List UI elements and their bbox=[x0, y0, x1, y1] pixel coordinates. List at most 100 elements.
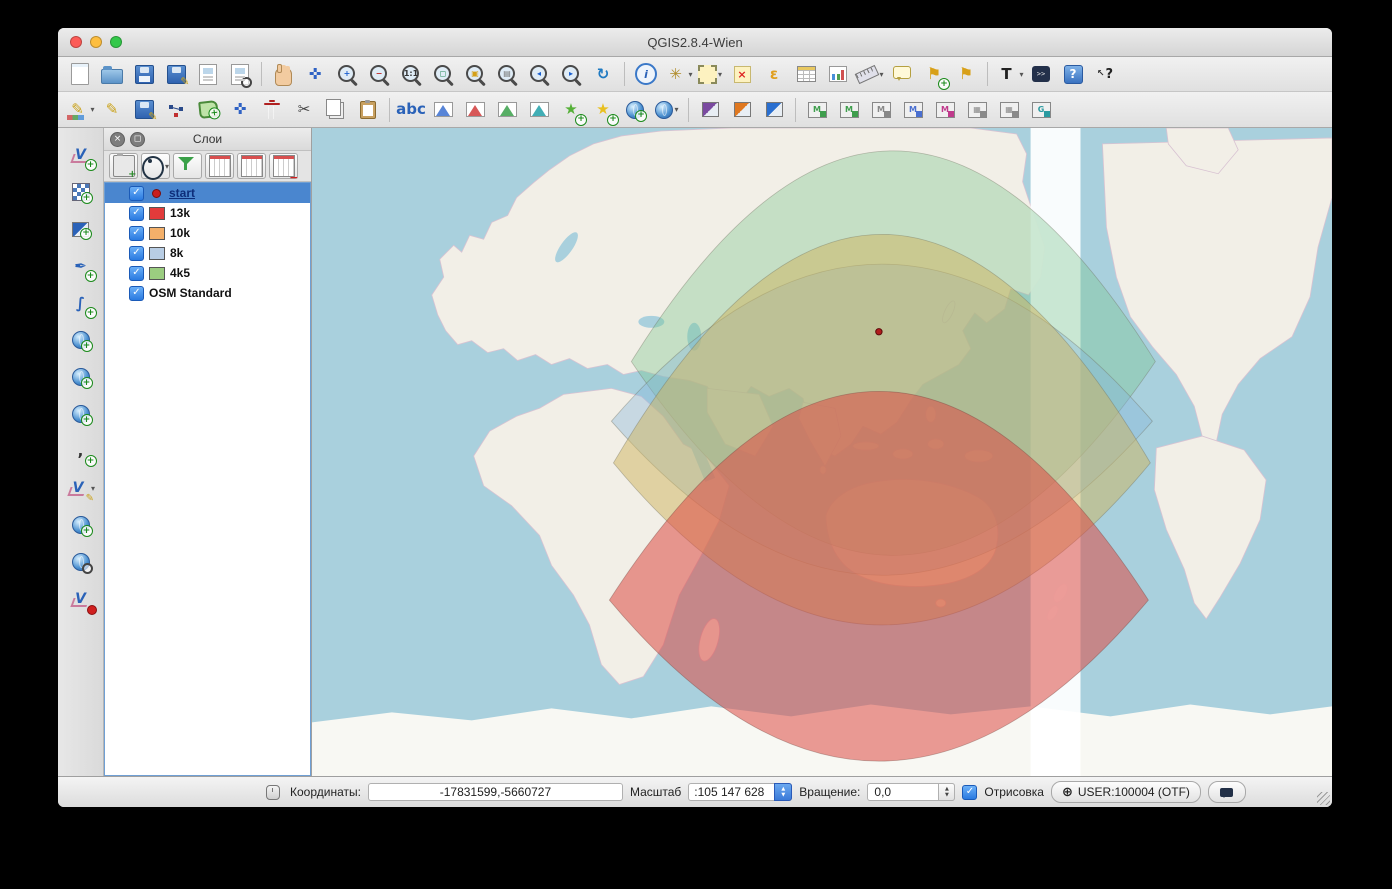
scale-combobox[interactable]: :105 147 628 ▲▼ bbox=[688, 783, 792, 801]
float-panel-button[interactable]: ◻ bbox=[130, 132, 145, 147]
close-window-button[interactable] bbox=[70, 36, 82, 48]
add-spatialite-layer-button[interactable]: ✒+ bbox=[62, 251, 100, 281]
rotation-stepper[interactable]: ▲▼ bbox=[938, 783, 955, 801]
layer-checkbox[interactable] bbox=[129, 186, 144, 201]
plugin-tile-purple-button[interactable] bbox=[695, 95, 725, 125]
dropdown-caret-icon[interactable]: ▾ bbox=[688, 70, 692, 79]
layer-row-8k[interactable]: 8k bbox=[105, 243, 310, 263]
render-checkbox[interactable] bbox=[962, 785, 977, 800]
current-edits-button[interactable]: ✎▾ bbox=[65, 95, 95, 125]
add-mssql-layer-button[interactable]: ∫+ bbox=[62, 288, 100, 318]
crs-button[interactable]: ⊕ USER:100004 (OTF) bbox=[1051, 781, 1201, 803]
histogram-red-button[interactable] bbox=[460, 95, 490, 125]
pan-to-selection-button[interactable]: ✜ bbox=[300, 59, 330, 89]
copy-features-button[interactable] bbox=[321, 95, 351, 125]
add-group-button[interactable] bbox=[109, 153, 138, 179]
zoom-to-selection-button[interactable]: ▣ bbox=[460, 59, 490, 89]
labeling-button[interactable]: abc bbox=[396, 95, 426, 125]
identify-features-button[interactable]: i bbox=[631, 59, 661, 89]
zoom-window-button[interactable] bbox=[110, 36, 122, 48]
pan-map-button[interactable] bbox=[268, 59, 298, 89]
filter-legend-button[interactable] bbox=[173, 153, 202, 179]
mmqgis-tool-5-button[interactable]: M bbox=[930, 95, 960, 125]
dropdown-caret-icon[interactable]: ▾ bbox=[1019, 70, 1023, 79]
mmqgis-tool-7-button[interactable]: ▦ bbox=[994, 95, 1024, 125]
mmqgis-tool-2-button[interactable]: M bbox=[834, 95, 864, 125]
map-tips-button[interactable] bbox=[887, 59, 917, 89]
save-project-as-button[interactable] bbox=[161, 59, 191, 89]
move-feature-button[interactable]: ✜ bbox=[225, 95, 255, 125]
add-oracle-layer-button[interactable]: + bbox=[62, 325, 100, 355]
scale-dropdown-button[interactable]: ▲▼ bbox=[774, 783, 792, 801]
new-project-button[interactable] bbox=[65, 59, 95, 89]
toggle-editing-button[interactable]: ✎ bbox=[97, 95, 127, 125]
save-layer-edits-button[interactable] bbox=[129, 95, 159, 125]
zoom-full-extent-button[interactable]: ◻ bbox=[428, 59, 458, 89]
titlebar[interactable]: QGIS2.8.4-Wien bbox=[58, 28, 1332, 57]
favorite-star-tool-button[interactable]: ★+ bbox=[588, 95, 618, 125]
zoom-next-button[interactable]: ▸ bbox=[556, 59, 586, 89]
cut-features-button[interactable]: ✂ bbox=[289, 95, 319, 125]
refresh-map-button[interactable]: ↻ bbox=[588, 59, 618, 89]
zoom-out-button[interactable]: − bbox=[364, 59, 394, 89]
add-vector-layer-button[interactable]: V+ bbox=[62, 140, 100, 170]
mmqgis-tool-6-button[interactable]: ▦ bbox=[962, 95, 992, 125]
open-project-button[interactable] bbox=[97, 59, 127, 89]
dropdown-caret-icon[interactable]: ▾ bbox=[718, 70, 722, 79]
new-print-composer-button[interactable] bbox=[193, 59, 223, 89]
log-messages-button[interactable] bbox=[1208, 781, 1246, 803]
rotation-spinbox[interactable]: 0,0 ▲▼ bbox=[867, 783, 955, 801]
map-canvas[interactable] bbox=[312, 128, 1332, 776]
select-features-button[interactable]: ▾ bbox=[695, 59, 725, 89]
dropdown-caret-icon[interactable]: ▾ bbox=[674, 105, 678, 114]
whats-this-button[interactable]: ? bbox=[1090, 59, 1120, 89]
python-console-button[interactable]: >> bbox=[1026, 59, 1056, 89]
layer-row-start[interactable]: start bbox=[105, 183, 310, 203]
new-star-tool-button[interactable]: ★+ bbox=[556, 95, 586, 125]
add-postgis-layer-button[interactable]: + bbox=[62, 214, 100, 244]
deselect-features-button[interactable]: × bbox=[727, 59, 757, 89]
composer-manager-button[interactable] bbox=[225, 59, 255, 89]
paste-features-button[interactable] bbox=[353, 95, 383, 125]
layer-checkbox[interactable] bbox=[129, 226, 144, 241]
open-attribute-table-button[interactable] bbox=[791, 59, 821, 89]
zoom-to-layer-button[interactable]: ▤ bbox=[492, 59, 522, 89]
metasearch-button[interactable]: V bbox=[62, 584, 100, 614]
mmqgis-tool-4-button[interactable]: M bbox=[898, 95, 928, 125]
add-delimited-text-layer-button[interactable]: ,+ bbox=[62, 436, 100, 466]
layer-checkbox[interactable] bbox=[129, 286, 144, 301]
globe-add-button[interactable]: + bbox=[620, 95, 650, 125]
save-project-button[interactable] bbox=[129, 59, 159, 89]
layer-checkbox[interactable] bbox=[129, 266, 144, 281]
select-by-expression-button[interactable]: ε bbox=[759, 59, 789, 89]
plugin-tile-orange-button[interactable] bbox=[727, 95, 757, 125]
histogram-blue-button[interactable] bbox=[428, 95, 458, 125]
close-panel-button[interactable]: × bbox=[110, 132, 125, 147]
layer-row-10k[interactable]: 10k bbox=[105, 223, 310, 243]
new-shapefile-layer-button[interactable]: V✎▾ bbox=[62, 473, 100, 503]
histogram-teal-button[interactable] bbox=[524, 95, 554, 125]
globe-tools-button[interactable]: ▾ bbox=[652, 95, 682, 125]
new-bookmark-button[interactable]: ⚑+ bbox=[919, 59, 949, 89]
show-bookmarks-button[interactable]: ⚑ bbox=[951, 59, 981, 89]
coordinates-input[interactable]: -17831599,-5660727 bbox=[368, 783, 623, 801]
help-contents-button[interactable]: ? bbox=[1058, 59, 1088, 89]
add-feature-button[interactable]: + bbox=[193, 95, 223, 125]
add-raster-layer-button[interactable]: + bbox=[62, 177, 100, 207]
layer-row-osm-standard[interactable]: OSM Standard bbox=[105, 283, 310, 303]
add-wfs-layer-button[interactable]: + bbox=[62, 510, 100, 540]
zoom-last-button[interactable]: ◂ bbox=[524, 59, 554, 89]
run-feature-action-button[interactable]: ✳▾ bbox=[663, 59, 693, 89]
layer-checkbox[interactable] bbox=[129, 246, 144, 261]
layer-row-13k[interactable]: 13k bbox=[105, 203, 310, 223]
layers-panel-header[interactable]: × ◻ Слои bbox=[104, 128, 311, 151]
node-tool-button[interactable] bbox=[161, 95, 191, 125]
zoom-native-button[interactable]: 1:1 bbox=[396, 59, 426, 89]
layer-row-4k5[interactable]: 4k5 bbox=[105, 263, 310, 283]
expand-all-button[interactable] bbox=[205, 153, 234, 179]
manage-layer-visibility-button[interactable]: ▾ bbox=[141, 153, 170, 179]
resize-grip[interactable] bbox=[1317, 792, 1330, 805]
dropdown-caret-icon[interactable]: ▾ bbox=[91, 484, 95, 493]
plugin-tile-blue-button[interactable] bbox=[759, 95, 789, 125]
mmqgis-tool-1-button[interactable]: M bbox=[802, 95, 832, 125]
